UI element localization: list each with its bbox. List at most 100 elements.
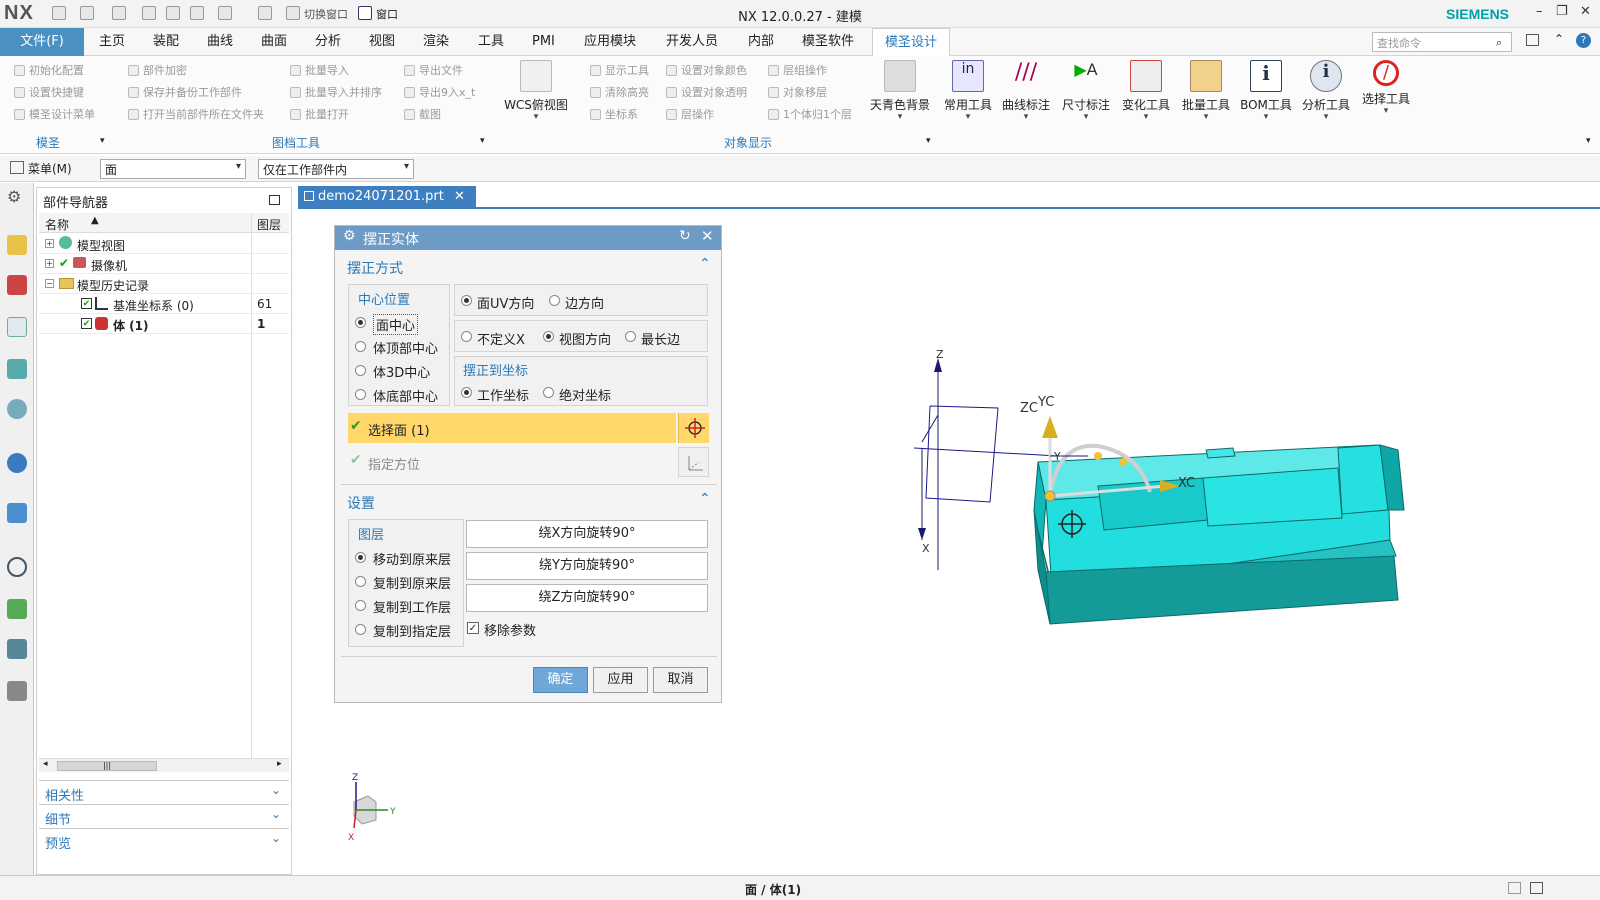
batch-import-button[interactable]: 批量导入 [290, 62, 349, 78]
process-studio-icon[interactable] [7, 639, 27, 659]
ribbon-expand-icon[interactable]: ▾ [1586, 136, 1591, 146]
layer-column-header[interactable]: 图层 [257, 216, 281, 233]
section-settings[interactable]: 设置 [347, 493, 375, 513]
help-icon[interactable]: ? [1576, 33, 1591, 48]
bom-tools-button[interactable]: i BOM工具 ▾ [1236, 60, 1296, 122]
info-icon[interactable] [7, 453, 27, 473]
select-face-row[interactable]: ✔ 选择面 (1) [348, 413, 676, 443]
radio-face-uv[interactable]: 面UV方向 [459, 293, 549, 312]
tree-row[interactable]: + ✔ 摄像机 [39, 254, 289, 274]
rotate-y-90-button[interactable]: 绕Y方向旋转90° [466, 552, 708, 580]
scroll-right-icon[interactable]: ▸ [277, 759, 282, 769]
body-per-layer-button[interactable]: 1个体归1个层 [768, 106, 852, 122]
dimension-annotation-button[interactable]: ▶A 尺寸标注 ▾ [1056, 60, 1116, 122]
details-panel[interactable]: 细节 ⌄ [39, 804, 289, 828]
export-xt-button[interactable]: 导出9入x_t [404, 84, 475, 100]
collapse-ribbon-icon[interactable]: ⌃ [1554, 32, 1564, 46]
group-expand-icon[interactable]: ▾ [100, 136, 105, 146]
tab-view[interactable]: 视图 [369, 28, 395, 56]
close-icon[interactable]: ✕ [1580, 4, 1591, 19]
system-materials-icon[interactable] [7, 599, 27, 619]
selection-info-icon[interactable] [1508, 882, 1521, 894]
radio-copy-specified-layer[interactable]: 复制到指定层 [353, 620, 463, 640]
tab-pmi[interactable]: PMI [532, 28, 555, 56]
collapse-section-icon[interactable]: ⌃ [699, 256, 711, 272]
radio-body-top-center[interactable]: 体顶部中心 [353, 337, 447, 357]
visibility-checkbox[interactable]: ✔ [81, 298, 92, 309]
name-column-header[interactable]: 名称 [45, 216, 69, 233]
tab-mosheng-design[interactable]: 模圣设计 [872, 28, 951, 56]
radio-body-3d-center[interactable]: 体3D中心 [353, 361, 447, 381]
menu-button[interactable]: 菜单(M) [28, 160, 72, 177]
radio-copy-original-layer[interactable]: 复制到原来层 [353, 572, 463, 592]
wcs-top-view-button[interactable]: WCS俯视图 ▾ [504, 60, 568, 122]
preview-panel[interactable]: 预览 ⌄ [39, 828, 289, 852]
tab-developer[interactable]: 开发人员 [666, 28, 718, 56]
history-clock-icon[interactable] [7, 557, 27, 577]
tab-tools[interactable]: 工具 [478, 28, 504, 56]
cancel-button[interactable]: 取消 [653, 667, 708, 693]
tab-assembly[interactable]: 装配 [153, 28, 179, 56]
radio-longest-edge[interactable]: 最长边 [623, 329, 703, 348]
tree-row[interactable]: − 模型历史记录 [39, 274, 289, 294]
radio-absolute-coord[interactable]: 绝对坐标 [541, 385, 621, 404]
type-filter-select[interactable]: 面 [100, 159, 246, 179]
search-icon[interactable]: ⌕ [1496, 36, 1502, 50]
collapse-section-icon[interactable]: ⌃ [699, 491, 711, 507]
rotate-x-90-button[interactable]: 绕X方向旋转90° [466, 520, 708, 548]
layer-op-button[interactable]: 层操作 [666, 106, 714, 122]
expand-icon[interactable]: + [45, 239, 54, 248]
batch-tools-button[interactable]: 批量工具 ▾ [1176, 60, 1236, 122]
tab-internal[interactable]: 内部 [748, 28, 774, 56]
close-tab-icon[interactable]: ✕ [454, 189, 465, 204]
constraint-navigator-icon[interactable] [7, 275, 27, 295]
csys-button[interactable]: 坐标系 [590, 106, 638, 122]
analysis-tools-button[interactable]: i 分析工具 ▾ [1296, 60, 1356, 122]
export-file-button[interactable]: 导出文件 [404, 62, 463, 78]
close-icon[interactable]: ✕ [701, 227, 714, 245]
tree-row[interactable]: ✔ 体 (1) 1 [39, 314, 289, 334]
tree-row[interactable]: + 模型视图 [39, 234, 289, 254]
set-transparency-button[interactable]: 设置对象透明 [666, 84, 747, 100]
curve-annotation-button[interactable]: /// 曲线标注 ▾ [996, 60, 1056, 122]
init-config-button[interactable]: 初始化配置 [14, 62, 84, 78]
select-face-button[interactable] [678, 413, 709, 443]
solid-body[interactable] [1033, 444, 1405, 625]
radio-move-original-layer[interactable]: 移动到原来层 [353, 548, 463, 568]
part-encrypt-button[interactable]: 部件加密 [128, 62, 187, 78]
rotate-z-90-button[interactable]: 绕Z方向旋转90° [466, 584, 708, 612]
minimize-icon[interactable]: – [1536, 4, 1543, 19]
collapse-icon[interactable]: − [45, 279, 54, 288]
common-tools-button[interactable]: in 常用工具 ▾ [938, 60, 998, 122]
document-tab[interactable]: demo24071201.prt ✕ [298, 186, 476, 208]
tab-render[interactable]: 渲染 [423, 28, 449, 56]
part-navigator-icon[interactable] [7, 317, 27, 337]
set-color-button[interactable]: 设置对象颜色 [666, 62, 747, 78]
scroll-thumb[interactable]: ||| [57, 761, 157, 771]
expand-icon[interactable]: + [45, 259, 54, 268]
radio-work-coord[interactable]: 工作坐标 [459, 385, 539, 404]
clear-highlight-button[interactable]: 清除高亮 [590, 84, 649, 100]
group-expand-icon[interactable]: ▾ [926, 136, 931, 146]
web-browser-icon[interactable] [7, 503, 27, 523]
selection-tools-button[interactable]: / 选择工具 ▾ [1356, 60, 1416, 116]
save-backup-button[interactable]: 保存并备份工作部件 [128, 84, 242, 100]
move-layer-button[interactable]: 对象移层 [768, 84, 827, 100]
sky-blue-bg-button[interactable]: 天青色背景 ▾ [866, 60, 934, 122]
radio-undefined-x[interactable]: 不定义X [459, 329, 539, 348]
horizontal-scrollbar[interactable]: ◂ ||| ▸ [39, 758, 289, 772]
view-manager-icon[interactable] [7, 399, 27, 419]
radio-edge-direction[interactable]: 边方向 [547, 293, 627, 312]
section-align-method[interactable]: 摆正方式 [347, 258, 403, 278]
tab-application[interactable]: 应用模块 [584, 28, 636, 56]
batch-import-sort-button[interactable]: 批量导入并排序 [290, 84, 382, 100]
layer-group-button[interactable]: 层组操作 [768, 62, 827, 78]
ribbon-options-icon[interactable] [1526, 34, 1539, 46]
selection-scope-select[interactable]: 仅在工作部件内 [258, 159, 414, 179]
set-shortcut-button[interactable]: 设置快捷键 [14, 84, 84, 100]
maximize-icon[interactable] [269, 195, 280, 205]
tab-analysis[interactable]: 分析 [315, 28, 341, 56]
restore-icon[interactable]: ❐ [1556, 4, 1568, 19]
radio-view-direction[interactable]: 视图方向 [541, 329, 625, 348]
roles-icon[interactable] [7, 681, 27, 701]
